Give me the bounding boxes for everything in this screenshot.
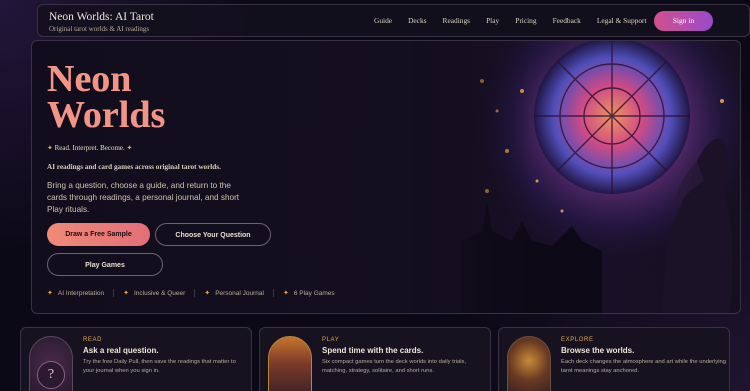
- explore-card-art: [507, 336, 551, 391]
- card-description: Try the free Daily Pull, then save the r…: [83, 359, 236, 374]
- card-description: Six compact games turn the deck worlds i…: [322, 359, 467, 374]
- nav-item-feedback[interactable]: Feedback: [553, 16, 581, 25]
- brand-subtitle: Original tarot worlds & AI readings: [49, 25, 150, 33]
- feature-item: ✦ AI Interpretation: [47, 289, 115, 297]
- nav-item-readings[interactable]: Readings: [443, 16, 471, 25]
- card-title: Ask a real question.: [83, 346, 159, 355]
- nav-item-decks[interactable]: Decks: [408, 16, 426, 25]
- hero-subline: AI readings and card games across origin…: [47, 163, 221, 171]
- sign-in-button[interactable]: Sign in: [654, 11, 713, 31]
- card-kicker: READ: [83, 337, 103, 343]
- main-nav: Guide Decks Readings Play Pricing Feedba…: [374, 16, 663, 25]
- feature-label: 6 Play Games: [293, 289, 335, 297]
- hero-description: Bring a question, choose a guide, and re…: [47, 181, 240, 214]
- play-games-button[interactable]: Play Games: [47, 253, 163, 276]
- card-title: Spend time with the cards.: [322, 346, 424, 355]
- sparkle-icon: ✦: [47, 144, 53, 152]
- feature-label: Personal Journal: [215, 289, 264, 297]
- sparkle-icon: ✦: [47, 290, 53, 297]
- draw-free-sample-button[interactable]: Draw a Free Sample: [47, 223, 150, 246]
- sparkle-icon: ✦: [126, 144, 133, 152]
- card-title: Browse the worlds.: [561, 346, 635, 355]
- tagline-text: Read. Interpret. Become.: [54, 144, 125, 152]
- sparkle-icon: ✦: [282, 290, 289, 297]
- feature-item: ✦ Inclusive & Queer: [123, 289, 196, 297]
- feature-item: ✦ Personal Journal: [204, 289, 274, 297]
- nav-item-guide[interactable]: Guide: [374, 16, 392, 25]
- choose-question-button[interactable]: Choose Your Question: [155, 223, 271, 246]
- hero-title-line-1: Neon: [47, 58, 132, 100]
- question-mark-icon: ?: [37, 361, 65, 389]
- card-kicker: PLAY: [322, 337, 340, 343]
- hero-art-fade: [412, 41, 532, 313]
- nav-item-play[interactable]: Play: [486, 16, 499, 25]
- brand-title[interactable]: Neon Worlds: AI Tarot: [49, 11, 154, 23]
- play-card-art: [268, 336, 312, 391]
- hero-title: Neon Worlds: [47, 58, 166, 136]
- nav-item-pricing[interactable]: Pricing: [515, 16, 536, 25]
- hero-title-line-2: Worlds: [47, 94, 166, 136]
- nav-item-legal-support[interactable]: Legal & Support: [597, 16, 647, 25]
- feature-item: ✦ 6 Play Games: [282, 289, 344, 298]
- top-navigation-bar: Neon Worlds: AI Tarot Original tarot wor…: [37, 4, 750, 37]
- sparkle-icon: ✦: [123, 290, 129, 297]
- explore-card[interactable]: EXPLORE Browse the worlds. Each deck cha…: [498, 327, 730, 391]
- sparkle-icon: ✦: [204, 290, 211, 297]
- feature-label: Inclusive & Queer: [134, 289, 186, 297]
- feature-label: AI Interpretation: [57, 289, 105, 297]
- play-card[interactable]: PLAY Spend time with the cards. Six comp…: [259, 327, 491, 391]
- read-card[interactable]: ? READ Ask a real question. Try the free…: [20, 327, 252, 391]
- hero-section: Neon Worlds ✦ Read. Interpret. Become. ✦…: [31, 40, 741, 314]
- card-kicker: EXPLORE: [561, 337, 594, 343]
- feature-list: ✦ AI Interpretation ✦ Inclusive & Queer …: [47, 289, 353, 297]
- hero-tagline: ✦ Read. Interpret. Become. ✦: [47, 144, 132, 152]
- card-description: Each deck changes the atmosphere and art…: [561, 359, 726, 374]
